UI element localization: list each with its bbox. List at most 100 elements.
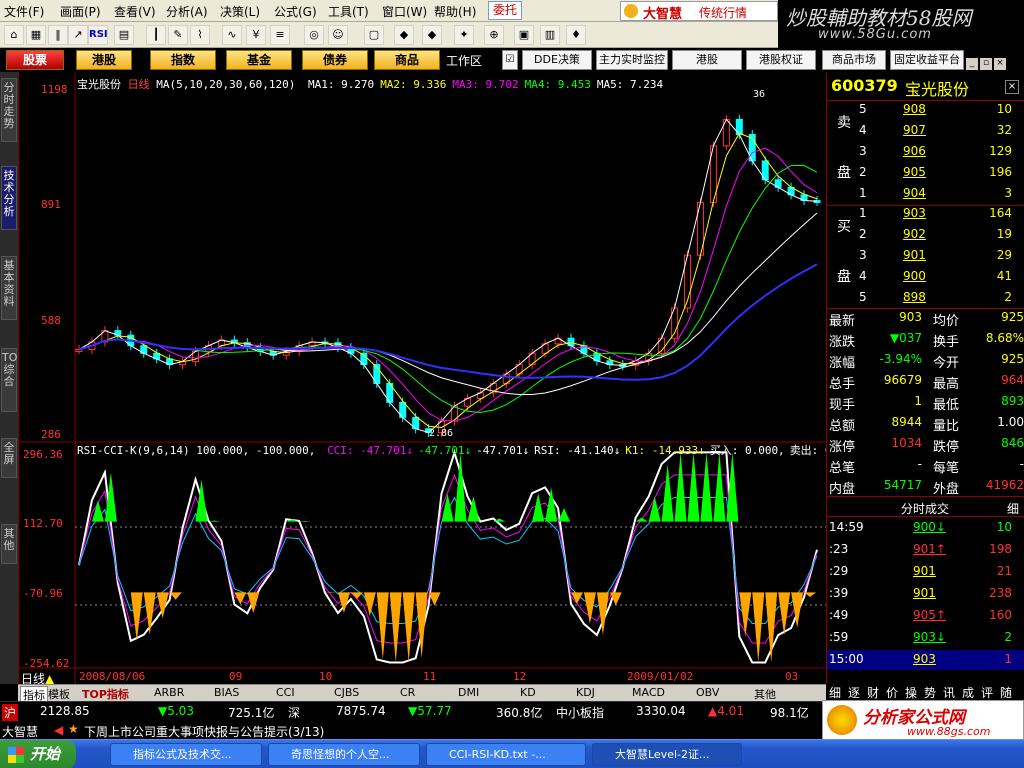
quote-tab[interactable]: 价	[886, 684, 898, 701]
btn-fixed-income[interactable]: 固定收益平台	[890, 50, 964, 70]
menu-help[interactable]: 帮助(H)	[434, 3, 476, 20]
sell-price[interactable]: 908	[903, 102, 926, 116]
buy-price[interactable]: 902	[903, 227, 926, 241]
sell-price[interactable]: 907	[903, 123, 926, 137]
menu-view[interactable]: 查看(V)	[114, 3, 156, 20]
btn-commodity[interactable]: 商品	[374, 50, 440, 70]
draw-icon[interactable]: ✎	[168, 25, 188, 45]
date-label-4: 11	[423, 670, 437, 683]
tab-intraday[interactable]: 分时走势	[1, 78, 17, 142]
table-icon[interactable]: ▤	[114, 25, 134, 45]
minimize-icon[interactable]: _	[966, 58, 978, 70]
arrow-icon[interactable]: ↗	[68, 25, 88, 45]
indicator-tab[interactable]: BIAS	[214, 686, 239, 699]
ma-line	[78, 212, 818, 396]
doc-icon[interactable]: ▢	[364, 25, 384, 45]
buy-price[interactable]: 900	[903, 269, 926, 283]
wave-icon[interactable]: ∿	[222, 25, 242, 45]
menu-file[interactable]: 文件(F)	[4, 3, 44, 20]
list-icon[interactable]: ≡	[270, 25, 290, 45]
indicator-tab[interactable]: 模板	[48, 686, 70, 702]
menu-window[interactable]: 窗口(W)	[382, 3, 427, 20]
close-icon[interactable]: ×	[994, 58, 1006, 70]
oversold-area	[389, 592, 402, 663]
wrench-icon[interactable]: ✦	[454, 25, 474, 45]
ticker-text[interactable]: 下周上市公司重大事项快报与公告提示(3/13)	[84, 723, 324, 740]
quote-tab[interactable]: 评	[981, 684, 993, 701]
image-icon[interactable]: ▣	[514, 25, 534, 45]
sell-price[interactable]: 905	[903, 165, 926, 179]
workzone-check-icon[interactable]: ☑	[502, 50, 518, 70]
ma-readout: MA4: 9.453	[524, 78, 591, 91]
grid-icon[interactable]: ▦	[26, 25, 46, 45]
tab-fundamental[interactable]: 基本资料	[1, 256, 17, 320]
tab-technical[interactable]: 技术分析	[1, 166, 17, 230]
btn-hk[interactable]: 港股	[672, 50, 742, 70]
btn-fund[interactable]: 基金	[226, 50, 292, 70]
tab-other[interactable]: 其他	[1, 524, 17, 564]
quote-tab[interactable]: 势	[924, 684, 936, 701]
task-3[interactable]: CCI-RSI-KD.txt -...	[426, 743, 586, 766]
indicator-tab[interactable]: KDJ	[576, 686, 595, 699]
candle-icon[interactable]: ┃	[146, 25, 166, 45]
people-icon[interactable]: ☺	[328, 25, 348, 45]
buy-price[interactable]: 898	[903, 290, 926, 304]
menu-decision[interactable]: 决策(L)	[220, 3, 260, 20]
btn-hk-warrant[interactable]: 港股权证	[746, 50, 816, 70]
quote-tab[interactable]: 操	[905, 684, 917, 701]
pin-icon[interactable]: ♦	[566, 25, 586, 45]
sell-price[interactable]: 904	[903, 186, 926, 200]
indicator-tab[interactable]: CR	[400, 686, 415, 699]
indicator-tab[interactable]: CJBS	[334, 686, 359, 699]
trade-button[interactable]: 委托	[488, 1, 522, 20]
book-icon[interactable]: ▥	[540, 25, 560, 45]
menu-formula[interactable]: 公式(G)	[274, 3, 317, 20]
task-2[interactable]: 奇思怪想的个人空...	[268, 743, 420, 766]
quote-tab[interactable]: 细	[829, 684, 841, 701]
main-chart[interactable]: 宝光股份 日线 MA(5,10,20,30,60,120) MA1: 9.270…	[18, 72, 865, 686]
start-button[interactable]: 开始	[0, 740, 76, 768]
tab-top[interactable]: TOP综合	[1, 348, 24, 412]
tab-fullscreen[interactable]: 全屏	[1, 438, 17, 478]
quote-tab[interactable]: 随	[1000, 684, 1012, 701]
buy-price[interactable]: 903	[903, 206, 926, 220]
btn-stocks[interactable]: 股票	[6, 50, 64, 70]
task-4[interactable]: 大智慧Level-2证...	[592, 743, 742, 766]
binoculars-icon[interactable]: ◎	[304, 25, 324, 45]
btn-bond[interactable]: 债券	[302, 50, 368, 70]
close-quote-icon[interactable]: ×	[1005, 80, 1019, 94]
indicator-tab[interactable]: 其他	[754, 686, 776, 702]
menu-tools[interactable]: 工具(T)	[328, 3, 369, 20]
open-icon[interactable]: ⌂	[4, 25, 24, 45]
rsi-icon[interactable]: RSI	[88, 25, 108, 45]
ticks-side[interactable]: 细	[1007, 500, 1019, 517]
money-icon[interactable]: ¥	[246, 25, 266, 45]
buy-price[interactable]: 901	[903, 248, 926, 262]
indicator-tab[interactable]: ARBR	[154, 686, 184, 699]
quote-tab[interactable]: 讯	[943, 684, 955, 701]
ruler-icon[interactable]: ⌇	[190, 25, 210, 45]
btn-dde[interactable]: DDE决策	[522, 50, 592, 70]
restore-icon[interactable]: ▫	[980, 58, 992, 70]
indicator-tab[interactable]: KD	[520, 686, 536, 699]
quote-tab[interactable]: 财	[867, 684, 879, 701]
menu-analysis[interactable]: 分析(A)	[166, 3, 208, 20]
task-1[interactable]: 指标公式及技术交...	[110, 743, 262, 766]
bars-icon[interactable]: ‖	[48, 25, 68, 45]
btn-monitor[interactable]: 主力实时监控	[596, 50, 668, 70]
indicator-tab[interactable]: DMI	[458, 686, 479, 699]
btn-index[interactable]: 指数	[150, 50, 216, 70]
indicator-tab[interactable]: TOP指标	[82, 686, 129, 702]
diamond-red-icon[interactable]: ◆	[422, 25, 442, 45]
quote-tab[interactable]: 成	[962, 684, 974, 701]
indicator-tab[interactable]: OBV	[696, 686, 719, 699]
zoom-icon[interactable]: ⊕	[484, 25, 504, 45]
diamond-icon[interactable]: ◆	[394, 25, 414, 45]
indicator-tab[interactable]: MACD	[632, 686, 665, 699]
indicator-tab[interactable]: CCI	[276, 686, 295, 699]
menu-screen[interactable]: 画面(P)	[60, 3, 101, 20]
btn-commodity-market[interactable]: 商品市场	[822, 50, 886, 70]
sell-price[interactable]: 906	[903, 144, 926, 158]
btn-hk-stocks[interactable]: 港股	[76, 50, 132, 70]
quote-tab[interactable]: 逐	[848, 684, 860, 701]
